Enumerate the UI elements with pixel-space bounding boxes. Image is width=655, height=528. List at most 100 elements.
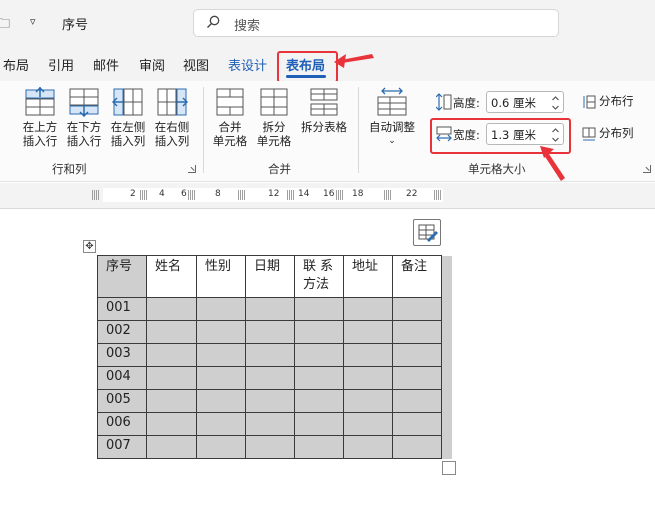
table-cell[interactable]: [392, 412, 442, 436]
table-cell[interactable]: [245, 297, 295, 321]
header-cell[interactable]: 备注: [392, 255, 442, 298]
spin-up-icon[interactable]: [552, 95, 559, 102]
distribute-cols-button[interactable]: 分布列: [582, 125, 634, 141]
autofit-button[interactable]: 自动调整 ⌄: [364, 87, 420, 148]
table-cell[interactable]: [245, 320, 295, 344]
table-cell[interactable]: [196, 412, 246, 436]
header-cell[interactable]: 联 系方法: [294, 255, 344, 298]
tab-table-design[interactable]: 表设计: [228, 55, 267, 74]
header-text: 姓名: [155, 259, 182, 274]
table-cell[interactable]: [343, 343, 393, 367]
ruler-marker[interactable]: [287, 190, 295, 200]
row-number-cell[interactable]: 007: [97, 435, 147, 459]
table-cell[interactable]: [392, 389, 442, 413]
table-cell[interactable]: [392, 343, 442, 367]
insert-row-below-button[interactable]: 在下方 插入行: [64, 87, 104, 148]
table-resize-handle-icon[interactable]: [442, 461, 456, 475]
end-of-row-marker: [441, 389, 452, 413]
ruler-marker[interactable]: [140, 190, 148, 200]
table-cell[interactable]: [196, 389, 246, 413]
table-cell[interactable]: [343, 320, 393, 344]
tab-review[interactable]: 审阅: [139, 55, 165, 74]
table-cell[interactable]: [294, 343, 344, 367]
row-number-cell[interactable]: 002: [97, 320, 147, 344]
table-cell[interactable]: [392, 366, 442, 390]
ruler-marker[interactable]: [238, 190, 246, 200]
table-cell[interactable]: [294, 366, 344, 390]
insert-col-left-button[interactable]: 在左侧 插入列: [108, 87, 148, 148]
document-area[interactable]: ✥ 序号 姓名 性别 日期 联 系方法 地址 备注 001 002 003 004 00…: [0, 210, 655, 528]
tab-layout[interactable]: 布局: [3, 55, 29, 74]
split-cells-icon: [260, 88, 288, 116]
table-cell[interactable]: [196, 435, 246, 459]
table-cell[interactable]: [146, 343, 197, 367]
table-cell[interactable]: [146, 297, 197, 321]
row-number-cell[interactable]: 004: [97, 366, 147, 390]
table-cell[interactable]: [245, 389, 295, 413]
spin-down-icon[interactable]: [552, 104, 559, 111]
table-cell[interactable]: [245, 435, 295, 459]
row-number-cell[interactable]: 006: [97, 412, 147, 436]
distribute-rows-button[interactable]: 分布行: [582, 93, 634, 109]
ruler-marker[interactable]: [188, 190, 196, 200]
search-box[interactable]: 搜索: [193, 9, 559, 37]
table-cell[interactable]: [343, 389, 393, 413]
table-move-handle-icon[interactable]: ✥: [83, 240, 96, 253]
split-table-button[interactable]: 拆分表格: [297, 87, 351, 134]
table-cell[interactable]: [294, 320, 344, 344]
tab-mailings[interactable]: 邮件: [93, 55, 119, 74]
rows-cols-launcher-icon[interactable]: [188, 165, 196, 173]
table-cell[interactable]: [392, 297, 442, 321]
tab-references[interactable]: 引用: [48, 55, 74, 74]
ruler-marker[interactable]: [434, 190, 442, 200]
table-cell[interactable]: [146, 320, 197, 344]
split-cells-button[interactable]: 拆分 单元格: [252, 87, 296, 148]
table-cell[interactable]: [392, 320, 442, 344]
table-cell[interactable]: [196, 366, 246, 390]
table-cell[interactable]: [343, 435, 393, 459]
table-cell[interactable]: [146, 389, 197, 413]
header-cell[interactable]: 姓名: [146, 255, 197, 298]
quick-table-tool-button[interactable]: [413, 219, 441, 246]
table-cell[interactable]: [294, 389, 344, 413]
ruler-marker[interactable]: [336, 190, 344, 200]
distribute-cols-icon: [582, 127, 596, 140]
data-table[interactable]: 序号 姓名 性别 日期 联 系方法 地址 备注 001 002 003 004 005 0…: [97, 255, 452, 459]
row-number-cell[interactable]: 001: [97, 297, 147, 321]
table-cell[interactable]: [294, 435, 344, 459]
insert-row-above-button[interactable]: 在上方 插入行: [20, 87, 60, 148]
row-number-cell[interactable]: 005: [97, 389, 147, 413]
folder-icon[interactable]: 🗀: [0, 13, 10, 37]
header-cell[interactable]: 性别: [196, 255, 246, 298]
table-cell[interactable]: [245, 343, 295, 367]
table-cell[interactable]: [294, 412, 344, 436]
table-cell[interactable]: [196, 343, 246, 367]
end-of-row-marker: [441, 320, 452, 344]
table-cell[interactable]: [343, 366, 393, 390]
table-cell[interactable]: [245, 412, 295, 436]
table-cell[interactable]: [196, 297, 246, 321]
table-cell[interactable]: [146, 435, 197, 459]
table-cell[interactable]: [146, 366, 197, 390]
height-value: 0.6 厘米: [491, 96, 536, 110]
row-number-cell[interactable]: 003: [97, 343, 147, 367]
insert-row-above-icon: [25, 87, 55, 116]
table-cell[interactable]: [392, 435, 442, 459]
table-cell[interactable]: [146, 412, 197, 436]
header-cell[interactable]: 日期: [245, 255, 295, 298]
header-cell[interactable]: 序号: [97, 255, 147, 298]
table-cell[interactable]: [245, 366, 295, 390]
customize-quick-access-icon[interactable]: ▿: [30, 15, 36, 28]
header-cell[interactable]: 地址: [343, 255, 393, 298]
merge-cells-button[interactable]: 合并 单元格: [208, 87, 252, 148]
insert-col-right-button[interactable]: 在右侧 插入列: [152, 87, 192, 148]
ruler-marker[interactable]: [384, 190, 392, 200]
table-cell[interactable]: [343, 297, 393, 321]
table-cell[interactable]: [196, 320, 246, 344]
tab-view[interactable]: 视图: [183, 55, 209, 74]
ruler-marker[interactable]: [92, 190, 100, 200]
height-input[interactable]: 0.6 厘米: [486, 91, 564, 113]
table-cell[interactable]: [294, 297, 344, 321]
cell-size-launcher-icon[interactable]: [643, 165, 651, 173]
table-cell[interactable]: [343, 412, 393, 436]
